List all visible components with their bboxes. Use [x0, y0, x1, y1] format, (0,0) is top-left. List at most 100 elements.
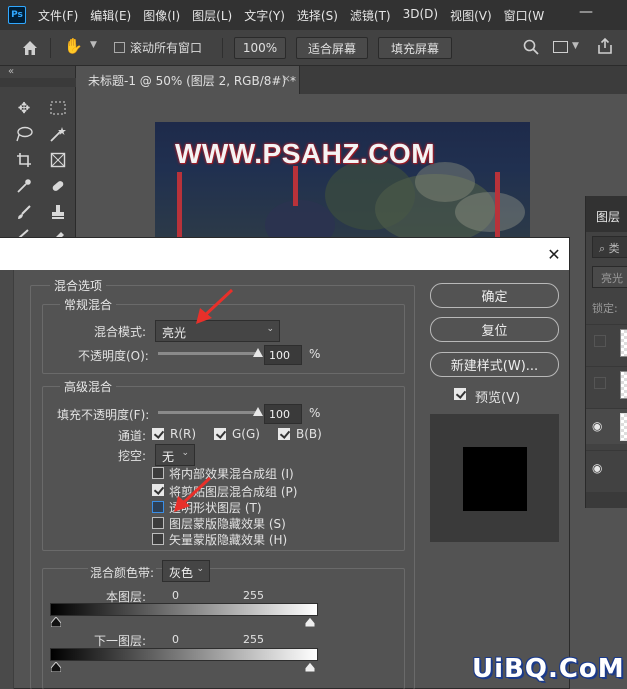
minimize-button[interactable]: — — [579, 4, 593, 20]
opacity-label: 不透明度(O): — [78, 349, 149, 363]
marquee-tool-icon[interactable] — [46, 97, 70, 119]
new-style-button[interactable]: 新建样式(W)... — [430, 352, 559, 377]
chevron-down-icon[interactable]: ▼ — [572, 41, 579, 51]
advanced-blending-legend: 高级混合 — [60, 378, 117, 395]
eyedropper-icon[interactable] — [12, 175, 36, 197]
menu-window[interactable]: 窗口(W — [498, 7, 551, 24]
hand-tool-icon[interactable]: ✋ — [64, 37, 83, 55]
layer-mask-hides-checkbox[interactable] — [152, 517, 164, 529]
lasso-tool-icon[interactable] — [12, 123, 36, 145]
this-layer-min: 0 — [172, 589, 179, 602]
menu-layer[interactable]: 图层(L) — [186, 7, 238, 24]
chevron-down-icon[interactable]: ▼ — [90, 40, 97, 50]
this-layer-white-stop[interactable] — [305, 617, 315, 627]
blend-if-select[interactable]: 灰色 ⌄ — [162, 560, 210, 582]
reset-button[interactable]: 复位 — [430, 317, 559, 342]
underlying-black-stop[interactable] — [51, 662, 61, 672]
menubar: Ps 文件(F) 编辑(E) 图像(I) 图层(L) 文字(Y) 选择(S) 滤… — [0, 0, 627, 30]
visibility-toggle[interactable] — [594, 335, 606, 347]
ok-button[interactable]: 确定 — [430, 283, 559, 308]
chevron-down-icon: ⌄ — [266, 324, 274, 334]
crop-tool-icon[interactable] — [12, 149, 36, 171]
menu-type[interactable]: 文字(Y) — [238, 7, 291, 24]
divider — [50, 38, 51, 58]
underlying-layer-min: 0 — [172, 633, 179, 646]
layer-row[interactable]: ◉ — [586, 450, 627, 486]
opacity-slider[interactable] — [158, 348, 263, 357]
blend-if-value: 灰色 — [169, 566, 194, 580]
healing-brush-icon[interactable] — [46, 175, 70, 197]
canvas-pillar — [293, 166, 298, 206]
document-tab[interactable]: 未标题-1 @ 50% (图层 2, RGB/8#) * × — [78, 66, 300, 94]
frame-tool-icon[interactable] — [46, 149, 70, 171]
options-bar: ✋ ▼ 滚动所有窗口 100% 适合屏幕 填充屏幕 ▼ — [0, 30, 627, 66]
menu-file[interactable]: 文件(F) — [32, 7, 84, 24]
scroll-all-label: 滚动所有窗口 — [130, 41, 203, 55]
menu-view[interactable]: 视图(V) — [444, 7, 498, 24]
style-preview-swatch — [463, 447, 527, 511]
transparency-shapes-checkbox[interactable] — [152, 501, 164, 513]
menu-select[interactable]: 选择(S) — [291, 7, 344, 24]
close-tab-icon[interactable]: × — [282, 72, 291, 85]
magic-wand-icon[interactable] — [46, 123, 70, 145]
opacity-input[interactable]: 100 — [264, 345, 302, 365]
tab-strip — [300, 66, 627, 94]
stamp-tool-icon[interactable] — [46, 201, 70, 223]
blend-clipped-layers-checkbox[interactable] — [152, 484, 164, 496]
fill-opacity-slider[interactable] — [158, 407, 263, 416]
fill-opacity-slider-handle[interactable] — [253, 407, 263, 416]
fill-opacity-label: 填充不透明度(F): — [57, 408, 150, 422]
brush-tool-icon[interactable] — [12, 201, 36, 223]
blend-interior-effects-checkbox[interactable] — [152, 467, 164, 479]
close-icon[interactable]: ✕ — [544, 244, 564, 264]
visibility-toggle[interactable] — [594, 377, 606, 389]
blend-mode-label: 混合模式: — [94, 325, 147, 339]
chevron-down-icon: ⌄ — [196, 564, 204, 574]
document-canvas[interactable]: WWW.PSAHZ.COM — [155, 122, 530, 238]
menu-edit[interactable]: 编辑(E) — [84, 7, 137, 24]
layer-row[interactable] — [586, 366, 627, 402]
tools-panel: « ✥ — [0, 66, 76, 239]
layer-row-selected[interactable]: ◉ — [586, 408, 627, 444]
search-icon[interactable] — [522, 38, 540, 56]
layer-filter-search[interactable]: ⌕ 类 — [592, 236, 627, 258]
channel-b-checkbox[interactable] — [278, 428, 290, 440]
this-layer-black-stop[interactable] — [51, 617, 61, 627]
underlying-layer-gradient[interactable] — [50, 648, 318, 661]
watermark-logo: UiBQ.CoM — [472, 654, 625, 684]
channel-g-label: G(G) — [232, 427, 260, 441]
tab-layers[interactable]: 图层 — [596, 208, 620, 225]
opacity-slider-handle[interactable] — [253, 348, 263, 357]
this-layer-gradient[interactable] — [50, 603, 318, 616]
channel-g-checkbox[interactable] — [214, 428, 226, 440]
underlying-white-stop[interactable] — [305, 662, 315, 672]
scroll-all-checkbox[interactable] — [114, 42, 125, 53]
layer-row[interactable] — [586, 324, 627, 360]
divider — [222, 38, 223, 58]
fill-opacity-input[interactable]: 100 — [264, 404, 302, 424]
vector-mask-hides-checkbox[interactable] — [152, 533, 164, 545]
share-icon[interactable] — [596, 37, 614, 55]
move-tool-icon[interactable]: ✥ — [12, 97, 36, 119]
menu-image[interactable]: 图像(I) — [137, 7, 186, 24]
vector-mask-hides-label: 矢量蒙版隐藏效果 (H) — [169, 533, 288, 547]
layer-blend-mode-select[interactable]: 亮光 — [592, 266, 627, 288]
layers-panel-footer — [586, 492, 627, 508]
channel-r-checkbox[interactable] — [152, 428, 164, 440]
knockout-select[interactable]: 无 ⌄ — [155, 444, 195, 466]
fit-screen-button[interactable]: 适合屏幕 — [296, 37, 368, 59]
knockout-value: 无 — [162, 450, 175, 464]
zoom-100-button[interactable]: 100% — [234, 37, 286, 59]
fill-screen-button[interactable]: 填充屏幕 — [378, 37, 452, 59]
home-icon[interactable] — [20, 38, 40, 58]
collapse-icon[interactable]: « — [8, 66, 14, 77]
workspace-layout-icon[interactable] — [553, 41, 568, 53]
menu-filter[interactable]: 滤镜(T) — [344, 7, 397, 24]
eye-icon[interactable]: ◉ — [592, 419, 602, 433]
menu-3d[interactable]: 3D(D) — [397, 7, 444, 24]
layers-panel: 图层 ⌕ 类 亮光 锁定: ◉ ◉ — [585, 196, 627, 508]
chevron-down-icon: ⌄ — [181, 448, 189, 458]
preview-checkbox[interactable] — [454, 388, 466, 400]
eye-icon[interactable]: ◉ — [592, 461, 602, 475]
document-title: 未标题-1 @ 50% (图层 2, RGB/8#) * — [88, 74, 296, 88]
